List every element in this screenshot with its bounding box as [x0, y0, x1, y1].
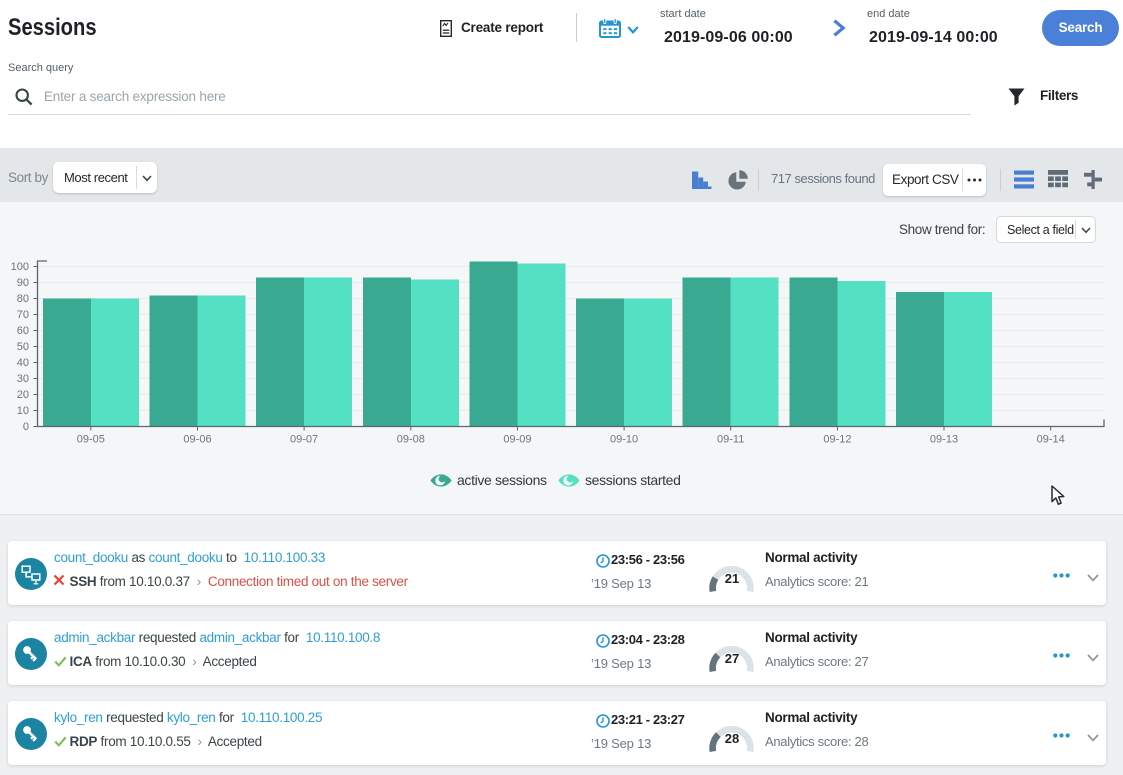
- svg-text:80: 80: [17, 293, 29, 305]
- svg-text:50: 50: [17, 341, 29, 353]
- svg-text:09-13: 09-13: [930, 434, 958, 446]
- svg-text:20: 20: [17, 389, 29, 401]
- svg-text:30: 30: [17, 373, 29, 385]
- svg-text:09-06: 09-06: [183, 434, 211, 446]
- svg-text:0: 0: [23, 421, 29, 433]
- svg-text:09-14: 09-14: [1037, 434, 1065, 446]
- svg-text:60: 60: [17, 325, 29, 337]
- svg-text:09-05: 09-05: [77, 434, 105, 446]
- svg-text:70: 70: [17, 309, 29, 321]
- svg-text:09-11: 09-11: [717, 434, 744, 446]
- svg-text:09-07: 09-07: [290, 434, 318, 446]
- svg-text:100: 100: [11, 261, 29, 273]
- svg-text:09-12: 09-12: [823, 434, 851, 446]
- svg-text:09-10: 09-10: [610, 434, 638, 446]
- svg-text:09-09: 09-09: [503, 434, 531, 446]
- svg-text:40: 40: [17, 357, 29, 369]
- svg-text:10: 10: [17, 405, 29, 417]
- svg-text:90: 90: [17, 277, 29, 289]
- svg-text:09-08: 09-08: [397, 434, 425, 446]
